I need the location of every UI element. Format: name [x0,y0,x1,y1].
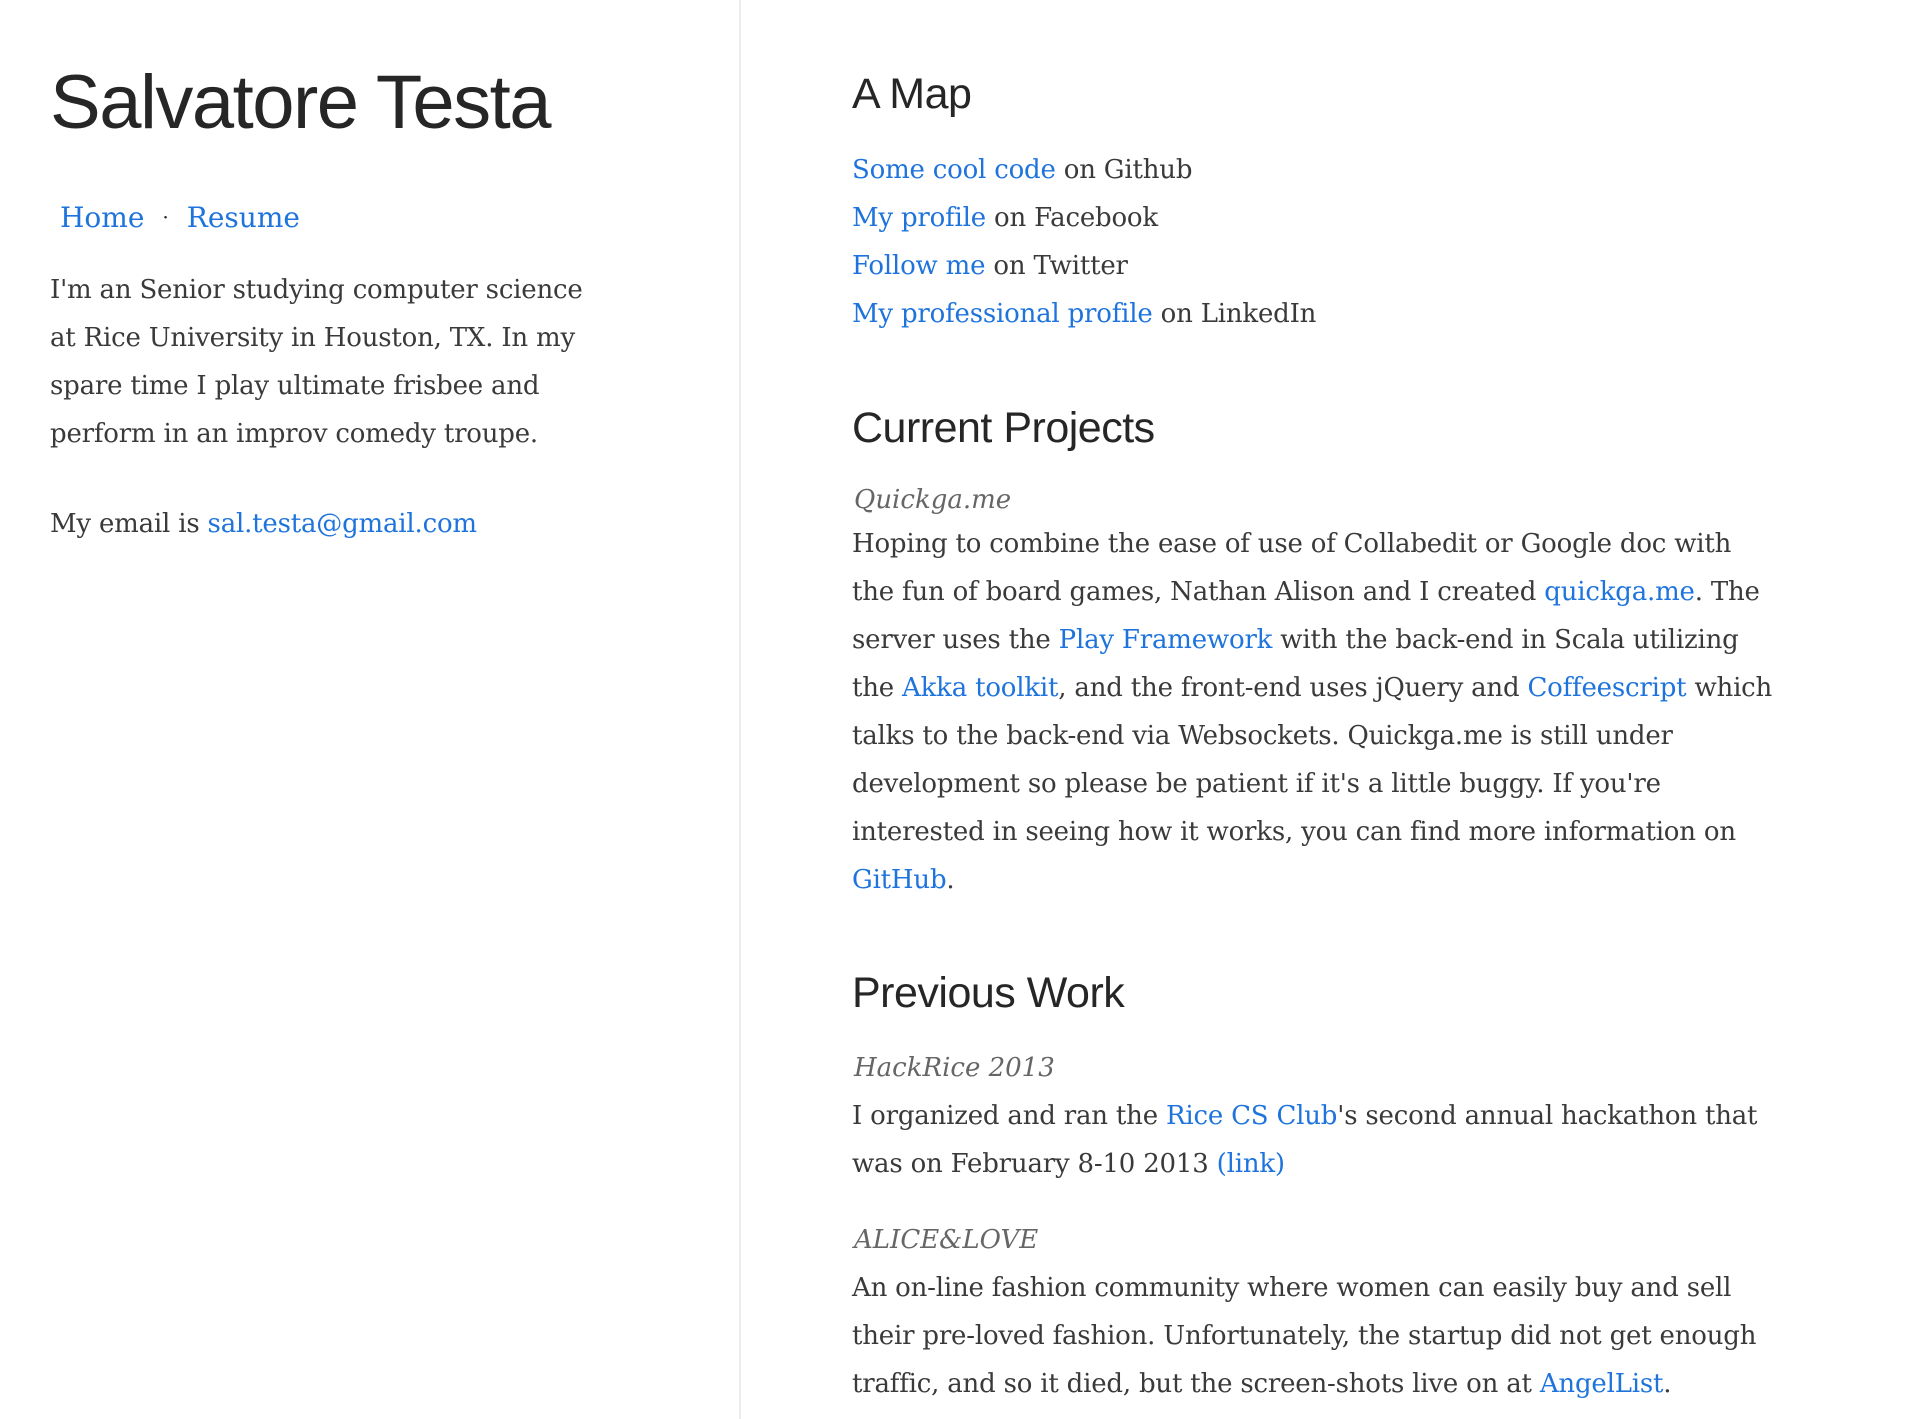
description-text: interested in seeing how it works, you c… [852,817,1736,847]
bio-line: I'm an Senior studying computer science [50,275,583,305]
description-text: Hoping to combine the ease of use of Col… [852,529,1732,559]
description-text: the [852,673,903,703]
description-line: talks to the back-end via Websockets. Qu… [852,712,1673,760]
map-item: My professional profile on LinkedIn [852,290,1316,338]
description-line: GitHub. [852,856,955,904]
main-content: A Map Some cool code on Github My profil… [852,0,1912,1419]
nav-resume-link[interactable]: Resume [187,201,300,234]
map-item-suffix: on Github [1055,155,1193,185]
email-link[interactable]: sal.testa@gmail.com [208,509,478,539]
inline-link[interactable]: Akka toolkit [902,673,1058,703]
site-title: Salvatore Testa [50,60,551,145]
linkedin-link[interactable]: My professional profile [852,299,1153,329]
description-line: server uses the Play Framework with the … [852,616,1739,664]
inline-link[interactable]: Play Framework [1059,625,1273,655]
description-line: the Akka toolkit, and the front-end uses… [852,664,1772,712]
description-text: server uses the [852,625,1059,655]
email-line: My email is sal.testa@gmail.com [50,500,477,548]
section-heading-previous-work: Previous Work [852,969,1125,1017]
nav-home-link[interactable]: Home [60,201,144,234]
sidebar: Salvatore Testa Home · Resume I'm an Senio… [0,0,741,1419]
description-line: the fun of board games, Nathan Alison an… [852,568,1760,616]
description-text: which [1686,673,1773,703]
map-item-suffix: on Twitter [985,251,1128,281]
description-text: with the back-end in Scala utilizing [1272,625,1739,655]
facebook-link[interactable]: My profile [852,203,986,233]
description-text: . [1663,1369,1672,1399]
inline-link[interactable]: GitHub [852,865,947,895]
nav-bar: Home · Resume [60,198,300,240]
description-text: traffic, and so it died, but the screen-… [852,1369,1540,1399]
map-item: My profile on Facebook [852,194,1158,242]
bio-line: at Rice University in Houston, TX. In my [50,323,575,353]
nav-separator: · [162,205,169,229]
description-text: . [946,865,955,895]
map-item: Follow me on Twitter [852,242,1128,290]
description-text: was on February 8-10 2013 [852,1149,1217,1179]
description-line: was on February 8-10 2013 (link) [852,1140,1285,1188]
project-title: Quickga.me [854,485,1012,515]
inline-link[interactable]: Rice CS Club [1166,1101,1337,1131]
description-line: An on-line fashion community where women… [852,1264,1731,1312]
inline-link[interactable]: quickga.me [1544,577,1695,607]
description-line: interested in seeing how it works, you c… [852,808,1736,856]
description-text: development so please be patient if it's… [852,769,1661,799]
inline-link[interactable]: AngelList [1540,1369,1664,1399]
map-item-suffix: on LinkedIn [1152,299,1317,329]
description-line: Hoping to combine the ease of use of Col… [852,520,1731,568]
github-link[interactable]: Some cool code [852,155,1056,185]
bio-line: spare time I play ultimate frisbee and [50,371,540,401]
map-item-suffix: on Facebook [985,203,1158,233]
email-label: My email is [50,509,208,539]
description-line: their pre-loved fashion. Unfortunately, … [852,1312,1756,1360]
description-text: the fun of board games, Nathan Alison an… [852,577,1545,607]
description-text: 's second annual hackathon that [1337,1101,1758,1131]
description-text: An on-line fashion community where women… [852,1273,1732,1303]
project-title: ALICE&LOVE [854,1225,1039,1255]
bio-line: perform in an improv comedy troupe. [50,419,538,449]
description-text: . The [1694,577,1760,607]
project-title: HackRice 2013 [854,1053,1055,1083]
twitter-link[interactable]: Follow me [852,251,986,281]
description-line: I organized and ran the Rice CS Club's s… [852,1092,1757,1140]
description-line: traffic, and so it died, but the screen-… [852,1360,1672,1408]
section-heading-current-projects: Current Projects [852,404,1155,452]
map-item: Some cool code on Github [852,146,1192,194]
description-text: , and the front-end uses jQuery and [1058,673,1528,703]
inline-link[interactable]: (link) [1217,1149,1285,1179]
description-text: talks to the back-end via Websockets. Qu… [852,721,1673,751]
description-text: I organized and ran the [852,1101,1166,1131]
description-line: development so please be patient if it's… [852,760,1661,808]
inline-link[interactable]: Coffeescript [1527,673,1686,703]
description-text: their pre-loved fashion. Unfortunately, … [852,1321,1757,1351]
section-heading-map: A Map [852,70,972,118]
